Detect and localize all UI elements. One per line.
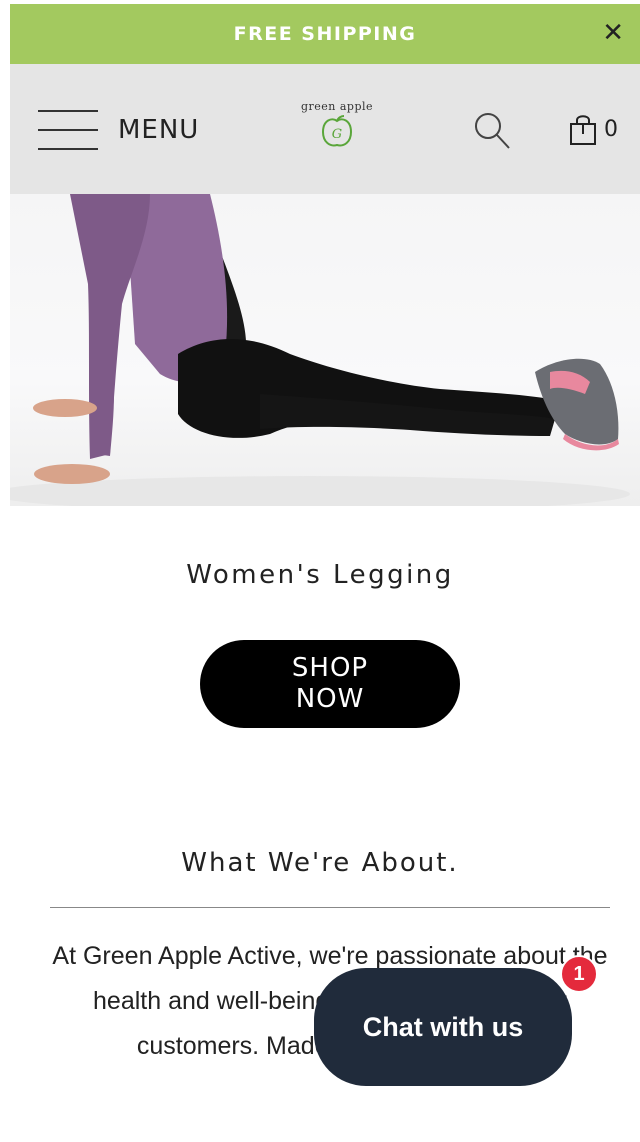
shopping-bag-icon <box>570 115 596 145</box>
apple-logo-icon: G <box>321 115 353 147</box>
cart-button[interactable]: 0 <box>568 112 618 146</box>
about-heading: What We're About. <box>181 848 459 878</box>
menu-button[interactable]: MENU <box>38 110 199 150</box>
search-button[interactable] <box>472 110 512 156</box>
shop-now-button[interactable]: SHOP NOW <box>200 640 460 728</box>
announcement-text: FREE SHIPPING <box>233 23 417 45</box>
cart-count: 0 <box>604 116 618 142</box>
menu-label: MENU <box>118 115 200 145</box>
chat-notification-badge: 1 <box>560 955 598 993</box>
hero-photo <box>10 194 630 506</box>
hero-image[interactable] <box>10 194 640 506</box>
announcement-bar: FREE SHIPPING ✕ <box>10 4 640 64</box>
hamburger-icon <box>38 110 98 150</box>
svg-text:G: G <box>332 127 342 142</box>
logo[interactable]: green apple G <box>282 100 392 170</box>
divider <box>50 907 610 908</box>
product-title: Women's Legging <box>186 560 454 590</box>
chat-button[interactable]: Chat with us <box>314 968 572 1086</box>
search-icon <box>475 113 510 149</box>
close-icon[interactable]: ✕ <box>602 18 624 48</box>
site-header: MENU green apple G 0 <box>10 64 640 194</box>
logo-name: green apple <box>300 100 374 113</box>
